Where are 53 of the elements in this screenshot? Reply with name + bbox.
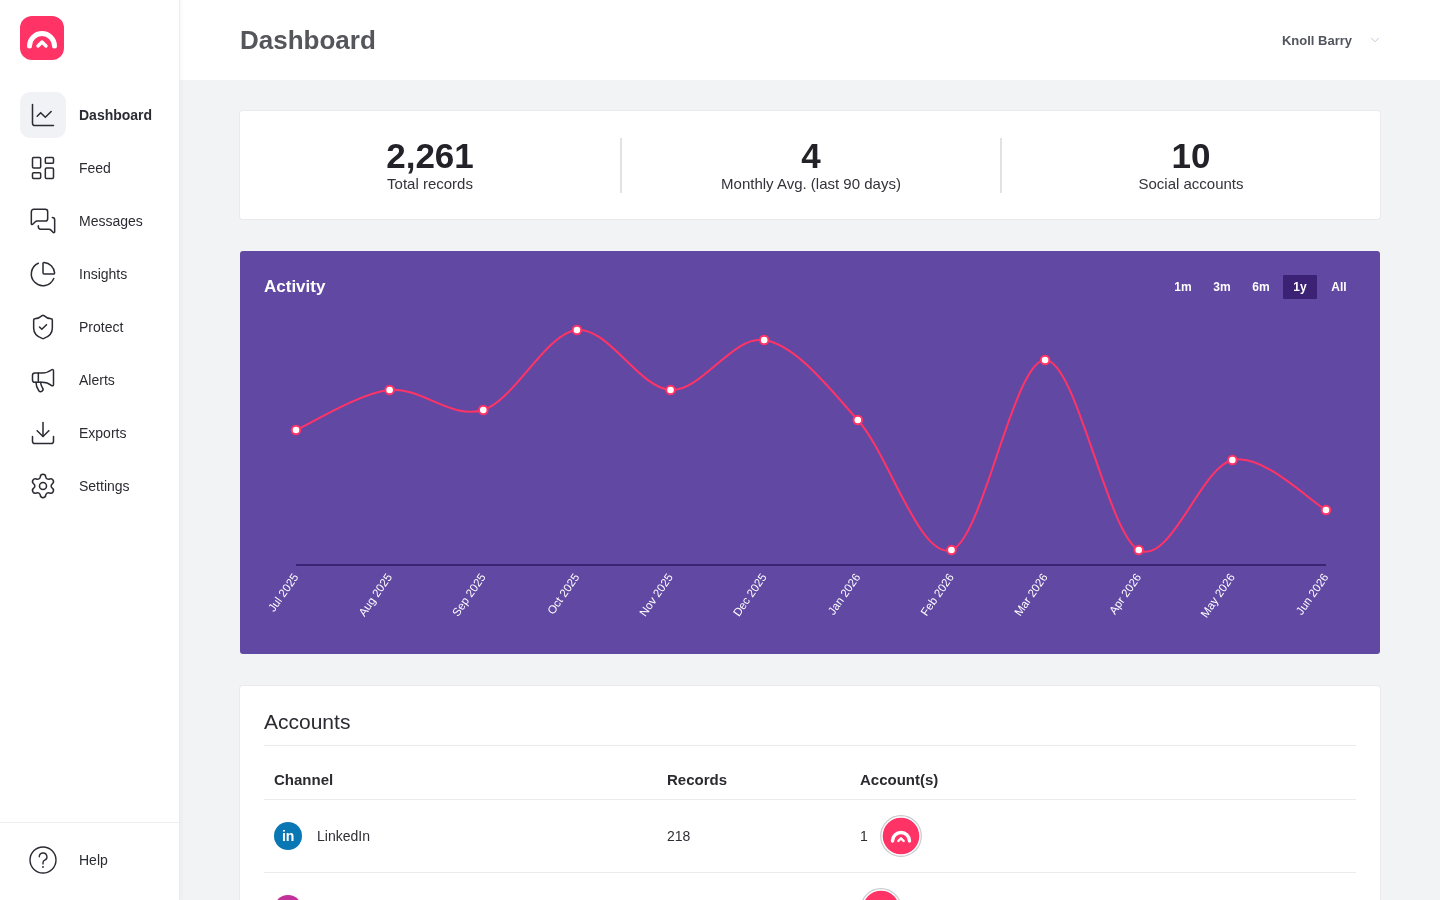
table-cell: 218 — [667, 828, 691, 844]
range-tab[interactable]: 1y — [1283, 275, 1317, 299]
page-title: Dashboard — [240, 24, 376, 56]
nav-item[interactable]: Exports — [20, 410, 165, 456]
range-tab[interactable]: 3m — [1205, 275, 1239, 299]
line-chart-icon — [29, 101, 57, 129]
data-point — [665, 384, 676, 396]
column-header: Records — [666, 771, 729, 788]
data-point — [946, 544, 957, 556]
pie-chart-icon — [29, 260, 57, 288]
layout-grid-icon — [29, 154, 57, 182]
nav-item[interactable]: Help — [20, 837, 165, 883]
stat-value: 2,261 — [386, 138, 474, 174]
range-tab[interactable]: 6m — [1244, 275, 1278, 299]
settings-icon — [29, 472, 57, 500]
nav-item[interactable]: Dashboard — [20, 92, 165, 138]
data-point — [1227, 454, 1238, 466]
stat-value: 4 — [801, 138, 821, 174]
chat-bubbles-icon — [29, 207, 57, 235]
stat-label: Monthly Avg. (last 90 days) — [721, 174, 901, 193]
data-point — [1039, 354, 1051, 366]
data-point — [1133, 544, 1145, 556]
data-point — [477, 404, 489, 416]
data-point — [852, 414, 864, 426]
user-menu-button[interactable]: Knoll Barry — [1281, 32, 1382, 48]
stat-label: Social accounts — [1138, 174, 1244, 193]
nav-item[interactable]: Messages — [20, 198, 165, 244]
stat-label: Total records — [387, 174, 473, 193]
megaphone-icon — [29, 366, 57, 394]
data-point — [758, 334, 770, 346]
nav-item[interactable]: Alerts — [20, 357, 165, 403]
nav-item[interactable]: Feed — [20, 145, 165, 191]
account-count: 1 — [860, 828, 868, 844]
nav-item[interactable]: Settings — [20, 463, 165, 509]
range-tab[interactable]: All — [1322, 275, 1356, 299]
nav-item[interactable]: Insights — [20, 251, 165, 297]
channel-name: LinkedIn — [317, 828, 370, 844]
stat-value: 10 — [1171, 138, 1211, 174]
data-point — [1320, 504, 1332, 516]
app-logo-icon[interactable] — [20, 16, 64, 60]
column-header: Account(s) — [859, 771, 940, 788]
channel-logo: in — [274, 822, 302, 850]
data-point — [384, 384, 395, 396]
data-point — [571, 324, 583, 336]
range-tab[interactable]: 1m — [1166, 275, 1200, 299]
column-header: Channel — [273, 771, 335, 788]
help-icon — [29, 846, 57, 874]
account-avatar-icon[interactable] — [879, 815, 922, 857]
download-icon — [29, 419, 57, 447]
data-point — [290, 424, 302, 436]
card-title: Accounts — [264, 710, 1356, 746]
nav-item[interactable]: Protect — [20, 304, 165, 350]
card-title: Activity — [264, 277, 326, 297]
